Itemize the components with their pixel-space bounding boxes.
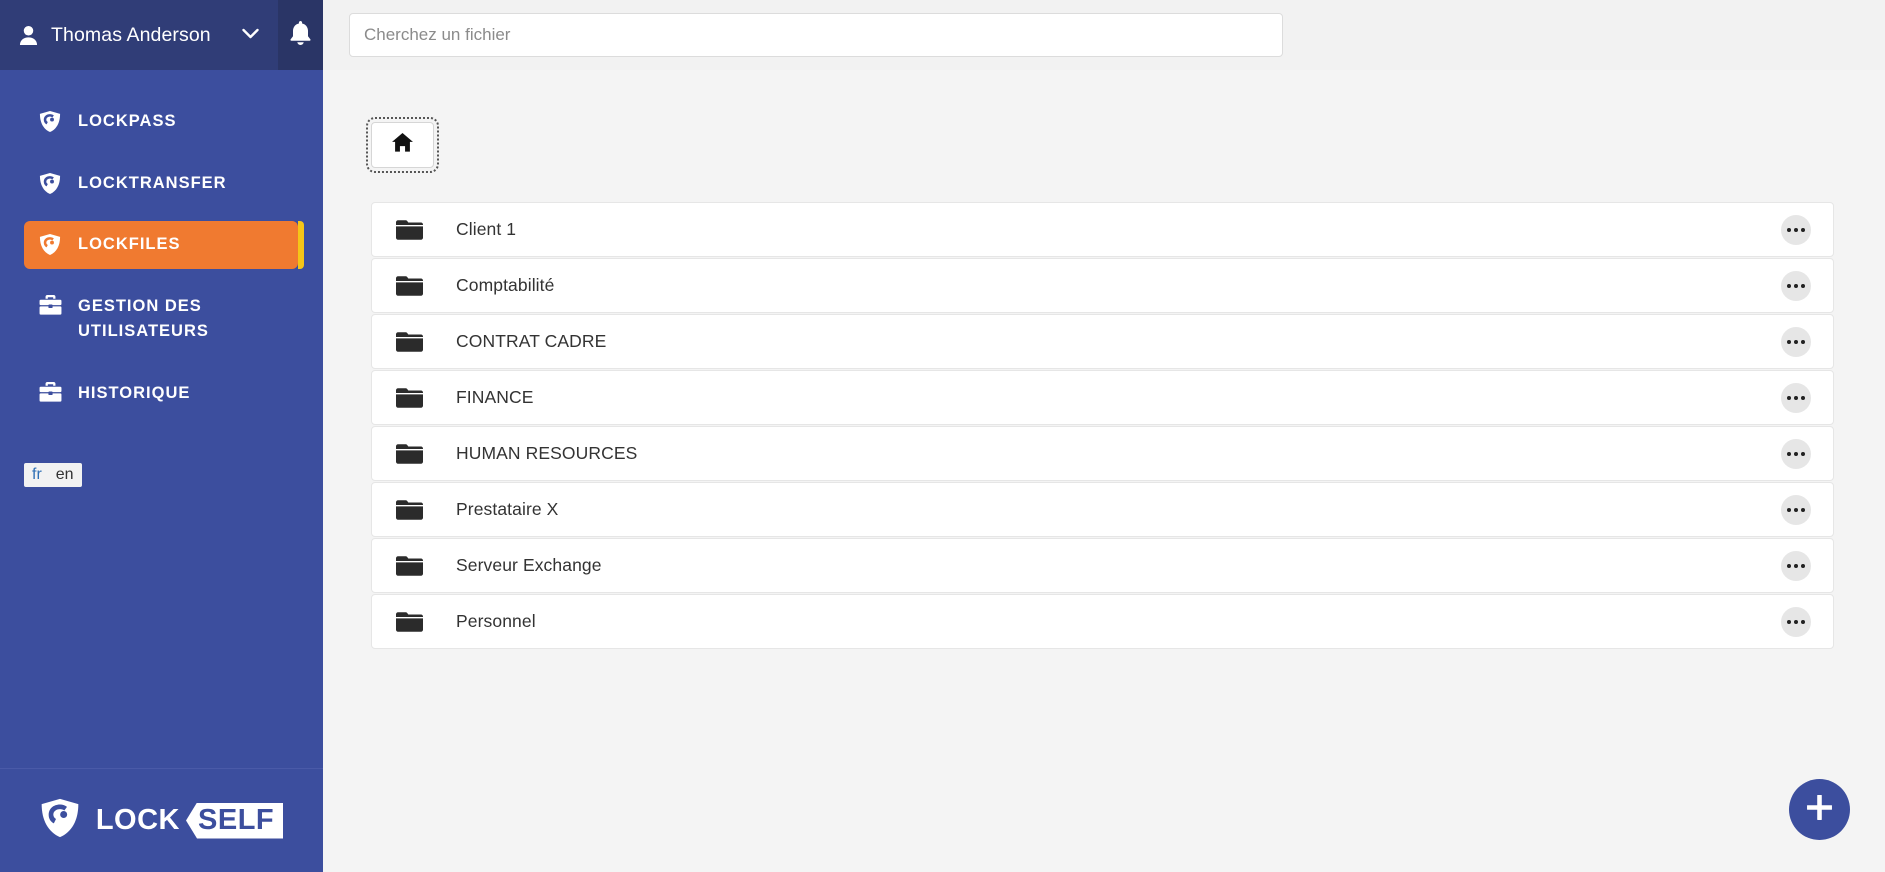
ellipsis-icon[interactable] — [1781, 327, 1811, 357]
file-name: CONTRAT CADRE — [456, 331, 1781, 352]
sidebar-footer: LOCK SELF — [0, 768, 323, 872]
ellipsis-icon[interactable] — [1781, 495, 1811, 525]
notification-button[interactable] — [278, 0, 323, 70]
user-name: Thomas Anderson — [51, 24, 211, 47]
sidebar-item-historique[interactable]: HISTORIQUE — [24, 370, 298, 418]
table-row[interactable]: Prestataire X — [371, 482, 1834, 537]
add-button[interactable] — [1789, 779, 1850, 840]
breadcrumb-home-button[interactable] — [371, 122, 434, 168]
folder-icon — [396, 275, 423, 297]
lockself-logo: LOCK SELF — [40, 797, 283, 844]
user-header: Thomas Anderson — [0, 0, 323, 70]
ellipsis-icon[interactable] — [1781, 551, 1811, 581]
shield-icon — [38, 171, 62, 195]
main-content: Client 1 Comptabilité — [323, 0, 1885, 872]
topbar — [323, 0, 1885, 70]
shield-icon — [38, 232, 62, 256]
sidebar-item-lockfiles[interactable]: LOCKFILES — [24, 221, 298, 269]
sidebar-spacer — [0, 487, 323, 768]
sidebar-item-lockpass[interactable]: LOCKPASS — [24, 98, 298, 146]
breadcrumb — [371, 122, 1885, 168]
ellipsis-icon[interactable] — [1781, 383, 1811, 413]
folder-icon — [396, 611, 423, 633]
table-row[interactable]: CONTRAT CADRE — [371, 314, 1834, 369]
table-row[interactable]: Personnel — [371, 594, 1834, 649]
user-icon — [19, 25, 38, 46]
file-list: Client 1 Comptabilité — [371, 202, 1834, 649]
table-row[interactable]: Comptabilité — [371, 258, 1834, 313]
ellipsis-icon[interactable] — [1781, 607, 1811, 637]
file-name: FINANCE — [456, 387, 1781, 408]
shield-icon — [40, 797, 80, 844]
folder-icon — [396, 387, 423, 409]
file-name: Comptabilité — [456, 275, 1781, 296]
sidebar: Thomas Anderson — [0, 0, 323, 872]
language-en[interactable]: en — [56, 466, 74, 484]
folder-icon — [396, 443, 423, 465]
language-switcher[interactable]: fr en — [24, 463, 82, 487]
plus-icon — [1806, 794, 1833, 826]
sidebar-item-label: LOCKFILES — [78, 232, 284, 258]
ellipsis-icon[interactable] — [1781, 439, 1811, 469]
sidebar-nav: LOCKPASS LOCKTRANSFER — [0, 70, 323, 417]
user-menu[interactable]: Thomas Anderson — [0, 0, 278, 70]
sidebar-item-label: GESTION DES UTILISATEURS — [78, 294, 284, 345]
home-icon — [392, 133, 413, 157]
ellipsis-icon[interactable] — [1781, 215, 1811, 245]
folder-icon — [396, 331, 423, 353]
logo-text-lock: LOCK — [96, 804, 180, 837]
sidebar-item-label: LOCKPASS — [78, 109, 284, 135]
content-area: Client 1 Comptabilité — [323, 70, 1885, 649]
folder-icon — [396, 219, 423, 241]
file-name: Personnel — [456, 611, 1781, 632]
table-row[interactable]: Serveur Exchange — [371, 538, 1834, 593]
folder-icon — [396, 499, 423, 521]
logo-text-self: SELF — [186, 803, 283, 839]
file-name: Prestataire X — [456, 499, 1781, 520]
briefcase-icon — [38, 381, 62, 402]
table-row[interactable]: FINANCE — [371, 370, 1834, 425]
sidebar-item-label: HISTORIQUE — [78, 381, 284, 407]
sidebar-item-locktransfer[interactable]: LOCKTRANSFER — [24, 160, 298, 208]
table-row[interactable]: Client 1 — [371, 202, 1834, 257]
ellipsis-icon[interactable] — [1781, 271, 1811, 301]
chevron-down-icon[interactable] — [242, 26, 259, 44]
file-name: HUMAN RESOURCES — [456, 443, 1781, 464]
briefcase-icon — [38, 294, 62, 315]
search-input[interactable] — [349, 13, 1283, 57]
file-name: Client 1 — [456, 219, 1781, 240]
folder-icon — [396, 555, 423, 577]
shield-icon — [38, 109, 62, 133]
language-fr[interactable]: fr — [32, 466, 42, 484]
table-row[interactable]: HUMAN RESOURCES — [371, 426, 1834, 481]
file-name: Serveur Exchange — [456, 555, 1781, 576]
logo-badge: SELF — [196, 803, 283, 839]
sidebar-item-label: LOCKTRANSFER — [78, 171, 284, 197]
sidebar-item-gestion-des-utilisateurs[interactable]: GESTION DES UTILISATEURS — [24, 283, 298, 356]
bell-icon — [289, 20, 312, 51]
application-window: Thomas Anderson — [0, 0, 1885, 872]
